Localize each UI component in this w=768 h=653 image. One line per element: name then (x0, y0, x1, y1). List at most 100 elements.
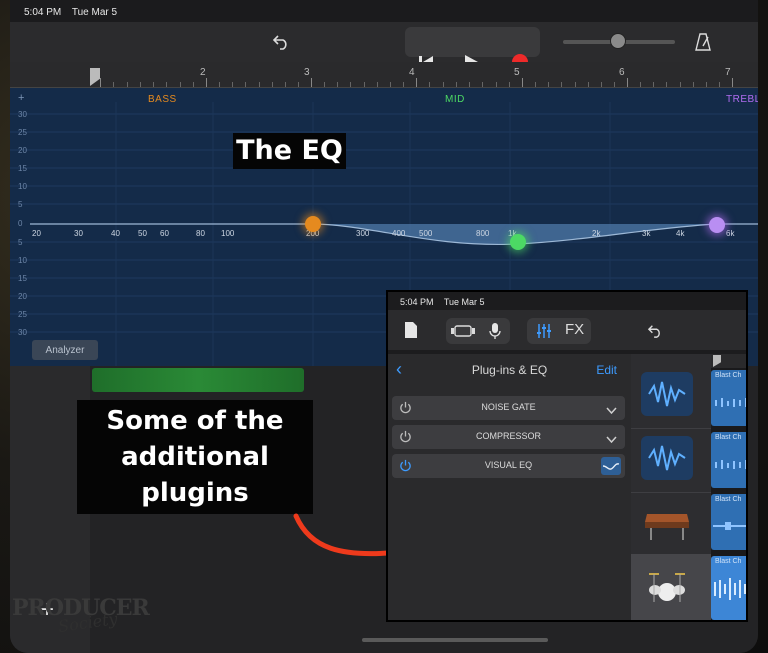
ruler-bar-tick (206, 78, 207, 87)
region[interactable]: Blast Ch (711, 432, 746, 488)
mid-band-handle[interactable] (510, 234, 526, 250)
freq-label: 40 (111, 229, 120, 238)
track-icon-audio[interactable] (641, 436, 693, 480)
metronome-icon[interactable] (690, 30, 716, 54)
bar-number: 4 (409, 67, 415, 78)
ruler-beat-tick (245, 82, 247, 87)
bar-number: 6 (619, 67, 625, 78)
ruler-beat-tick (126, 82, 128, 87)
inset-screenshot: 5:04 PM Tue Mar 5 FX ‹ Plug-ins & EQ Edi… (386, 290, 748, 622)
bar-number: 3 (304, 67, 310, 78)
microphone-icon[interactable] (484, 320, 506, 342)
freq-label: 60 (160, 229, 169, 238)
treble-band-handle[interactable] (709, 217, 725, 233)
undo-icon[interactable] (268, 30, 294, 54)
ruler-beat-tick (192, 82, 194, 87)
document-icon[interactable] (402, 320, 420, 340)
ruler-beat-tick (469, 82, 470, 87)
ruler-beat-tick (139, 82, 141, 87)
keyboard-icon[interactable] (641, 500, 693, 544)
plugin-name: COMPRESSOR (475, 431, 541, 441)
ruler-beat-tick (666, 82, 668, 87)
ruler-beat-tick (561, 82, 563, 87)
ruler-beat-tick (692, 82, 694, 87)
bass-band-handle[interactable] (305, 216, 321, 232)
bar-number: 5 (514, 67, 520, 78)
fx-button[interactable]: FX (565, 321, 584, 338)
inset-ruler (711, 354, 746, 368)
freq-label: 6k (726, 229, 735, 238)
db-label: 20 (18, 146, 27, 155)
ruler-beat-tick (350, 82, 352, 87)
ruler-bar-tick (522, 78, 523, 87)
bar-number: 2 (200, 67, 206, 78)
ruler-beat-tick (508, 82, 510, 87)
freq-label: 3k (642, 229, 651, 238)
ruler-beat-tick (548, 82, 550, 87)
db-label: 5 (18, 200, 23, 209)
plugin-slot-compressor[interactable]: COMPRESSOR (392, 425, 625, 449)
ruler-beat-tick (640, 82, 642, 87)
status-bar: 5:04 PM Tue Mar 5 (24, 7, 125, 18)
track-icon-audio[interactable] (641, 372, 693, 416)
inset-toolbar: FX (388, 310, 746, 350)
divider (631, 428, 711, 429)
inset-undo-icon[interactable] (644, 320, 666, 342)
db-label: 20 (18, 292, 27, 301)
plugin-slot-noise-gate[interactable]: NOISE GATE (392, 396, 625, 420)
plugin-slot-visual-eq[interactable]: VISUAL EQ (392, 454, 625, 478)
ruler-beat-tick (705, 82, 707, 87)
eq-thumbnail-icon[interactable] (601, 457, 621, 475)
ruler-bar-tick (311, 78, 312, 87)
freq-label: 800 (476, 229, 490, 238)
tracks-view-icon[interactable] (448, 320, 478, 342)
mixer-sliders-icon[interactable] (531, 320, 557, 342)
ruler-beat-tick (284, 82, 286, 87)
add-band-button[interactable]: + (18, 92, 24, 104)
region[interactable]: Blast Ch (711, 556, 746, 620)
freq-label: 80 (196, 229, 205, 238)
freq-label: 100 (221, 229, 235, 238)
db-label: 5 (18, 238, 23, 247)
ruler-bar-tick (732, 78, 733, 87)
chevron-down-icon[interactable] (606, 402, 617, 420)
plugin-name: NOISE GATE (481, 402, 536, 412)
freq-label: 2k (592, 229, 601, 238)
ruler-beat-tick (376, 82, 378, 87)
db-label: 25 (18, 310, 27, 319)
ruler-beat-tick (232, 82, 234, 87)
ruler-beat-tick (402, 82, 404, 87)
timeline-ruler[interactable]: 1 2 3 4 5 6 7 (10, 62, 758, 88)
region[interactable]: Blast Ch (711, 370, 746, 426)
caption-the-eq: The EQ (233, 133, 346, 169)
status-time: 5:04 PM (24, 7, 62, 18)
db-label: 15 (18, 274, 27, 283)
db-label: 15 (18, 164, 27, 173)
track-region-green[interactable] (92, 368, 304, 392)
caption-line: Some of the (106, 406, 284, 436)
caption-line: plugins (141, 478, 249, 508)
analyzer-button[interactable]: Analyzer (32, 340, 98, 360)
chevron-down-icon[interactable] (606, 431, 617, 449)
ruler-beat-tick (258, 82, 260, 87)
bar-number: 1 (92, 67, 98, 78)
db-label: 30 (18, 110, 27, 119)
regions-column: Blast Ch Blast Ch Blast Ch Blast Ch (711, 354, 746, 620)
ruler-beat-tick (455, 82, 457, 87)
inset-playhead[interactable] (713, 355, 721, 367)
freq-label: 4k (676, 229, 685, 238)
inset-status-time: 5:04 PM (400, 297, 434, 307)
drum-kit-icon[interactable] (641, 562, 693, 606)
db-label: 30 (18, 328, 27, 337)
ruler-beat-tick (535, 82, 537, 87)
ruler-beat-tick (153, 82, 154, 87)
screenshot: 5:04 PM Tue Mar 5 1 2 3 4 5 6 7 + BASS M… (0, 0, 768, 653)
region[interactable]: Blast Ch (711, 494, 746, 550)
master-volume-knob[interactable] (610, 33, 626, 49)
ruler-beat-tick (166, 82, 168, 87)
edit-button[interactable]: Edit (596, 363, 617, 377)
ruler-beat-tick (613, 82, 615, 87)
ruler-beat-tick (297, 82, 299, 87)
freq-label: 300 (356, 229, 370, 238)
plugins-eq-panel: ‹ Plug-ins & EQ Edit NOISE GATE COMPRESS… (388, 354, 631, 620)
